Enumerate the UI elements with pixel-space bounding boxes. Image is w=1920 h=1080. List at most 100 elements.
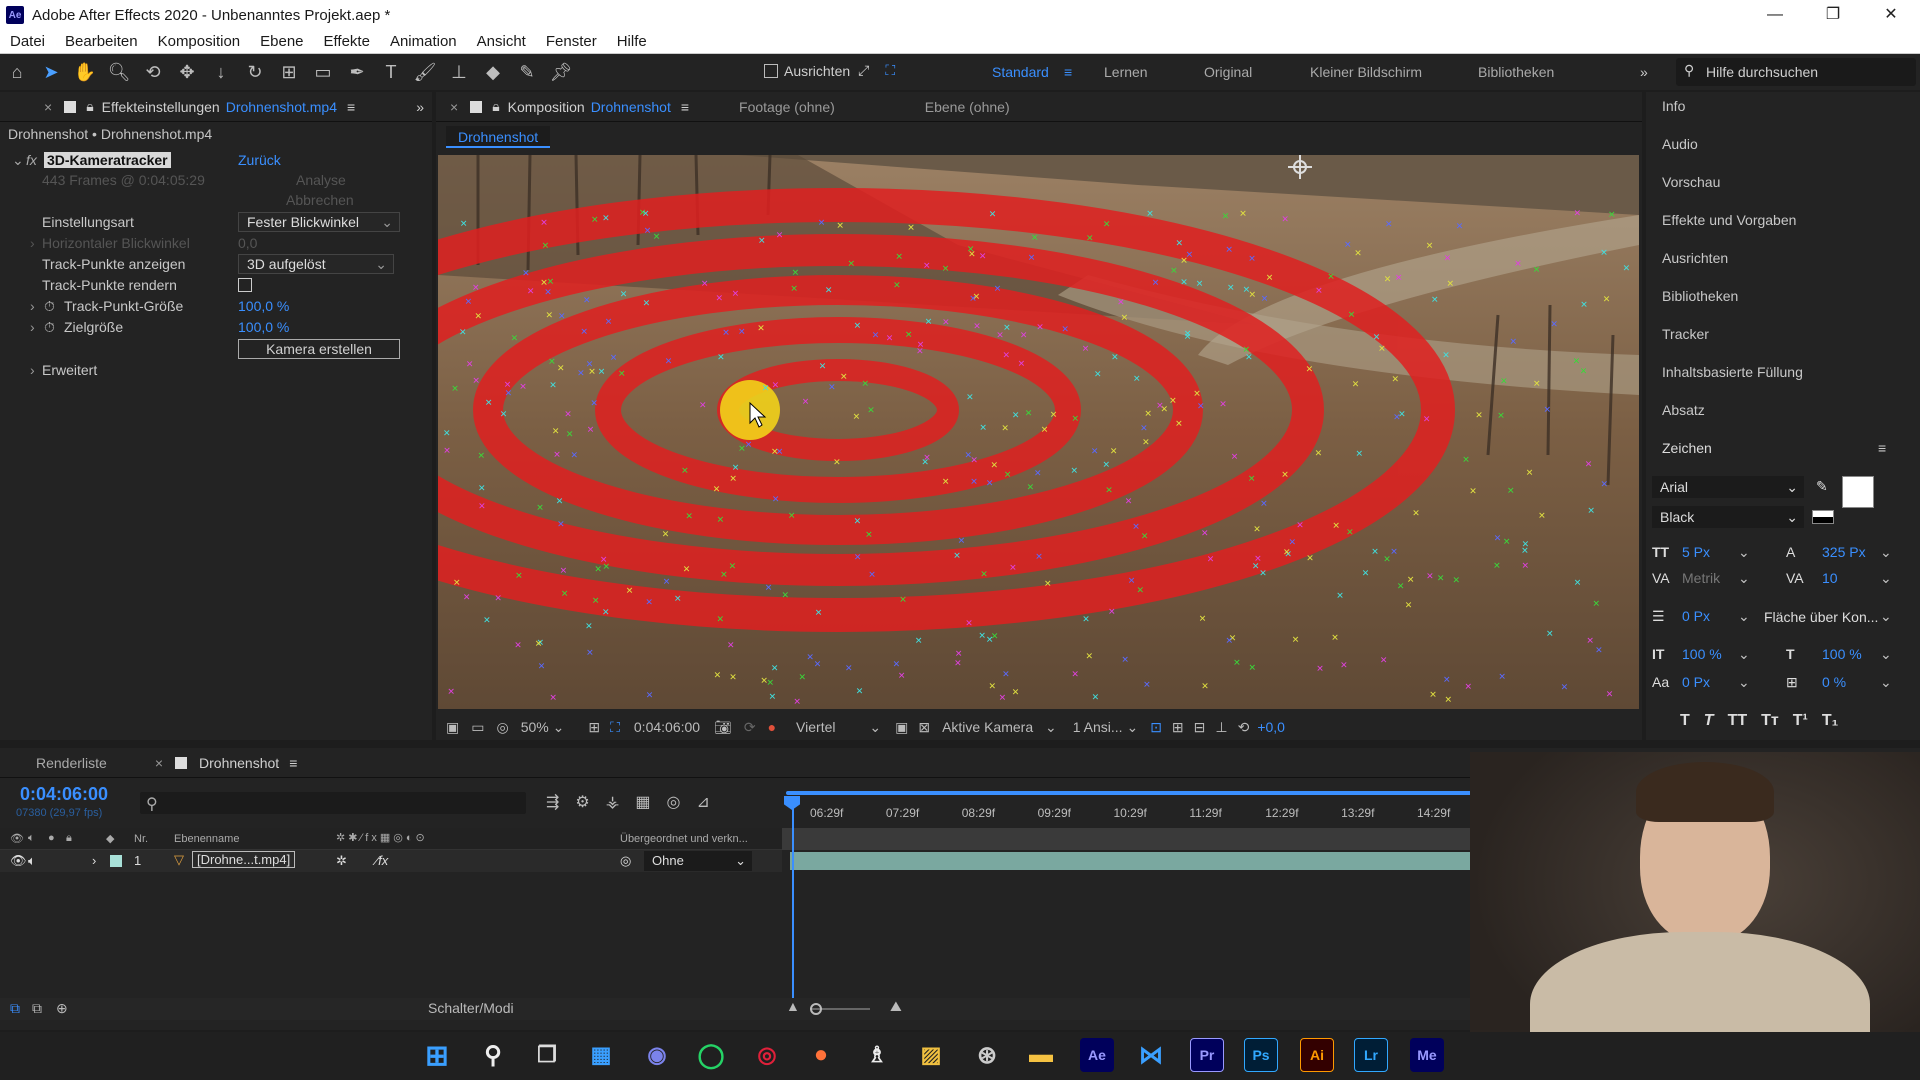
task-view-icon[interactable]: ❐	[530, 1038, 564, 1072]
frame-blending-icon[interactable]: ▦	[635, 792, 650, 812]
illustrator-icon[interactable]: Ai	[1300, 1038, 1334, 1072]
chevron-down-icon[interactable]: ⌄	[1880, 544, 1892, 561]
motion-blur-icon[interactable]: ◎	[666, 792, 680, 812]
toggle-stretch-icon[interactable]: ⊕	[56, 1000, 68, 1017]
leading-value[interactable]: 325 Px	[1822, 544, 1866, 560]
workspace-standard[interactable]: Standard	[992, 54, 1049, 90]
kerning-value[interactable]: Metrik	[1682, 570, 1720, 586]
close-tab-icon[interactable]: ×	[155, 755, 163, 771]
menu-komposition[interactable]: Komposition	[148, 33, 251, 50]
panel-effekte-vorgaben[interactable]: Effekte und Vorgaben	[1662, 212, 1796, 228]
chevron-down-icon[interactable]: ⌄	[1880, 646, 1892, 663]
safe-zones-icon[interactable]: ⛶	[610, 719, 620, 736]
fit-icon[interactable]: ⊞	[588, 719, 600, 736]
color-channel-icon[interactable]: ●	[768, 719, 776, 735]
zoom-slider-knob[interactable]	[810, 1003, 822, 1015]
menu-fenster[interactable]: Fenster	[536, 33, 607, 50]
panel-content-aware-fill[interactable]: Inhaltsbasierte Füllung	[1662, 364, 1803, 380]
zoom-out-icon[interactable]: ▲	[786, 998, 800, 1014]
text-tool-icon[interactable]: T	[374, 57, 408, 87]
workspace-lernen[interactable]: Lernen	[1104, 54, 1148, 90]
resolution-dropdown[interactable]: Viertel ⌄	[796, 719, 881, 736]
chevron-down-icon[interactable]: ⌄	[1738, 544, 1750, 561]
chevron-down-icon[interactable]: ⌄	[1738, 674, 1750, 691]
media-encoder-icon[interactable]: Me	[1410, 1038, 1444, 1072]
layer-label-color[interactable]	[110, 855, 122, 867]
workspace-menu-icon[interactable]: ≡	[1064, 54, 1072, 90]
panel-tracker[interactable]: Tracker	[1662, 326, 1709, 342]
fast-preview-icon[interactable]: ⊞	[1172, 719, 1184, 736]
workspace-bibliotheken[interactable]: Bibliotheken	[1478, 54, 1554, 90]
layer-name[interactable]: [Drohne...t.mp4]	[192, 851, 296, 868]
baseline-shift-value[interactable]: 0 Px	[1682, 674, 1710, 690]
layer-switches-icons[interactable]: ✲✱⁄fx▦◎◐⊙	[336, 831, 428, 844]
zoom-in-icon[interactable]: ⛰	[890, 998, 902, 1015]
orbit-tool-icon[interactable]: ⟲	[136, 57, 170, 87]
align-toggle[interactable]: Ausrichten ⤢ ⛶	[764, 62, 895, 79]
chevron-down-icon[interactable]: ⌄	[1880, 570, 1892, 587]
layer-visibility-icon[interactable]: 👁︎	[10, 853, 27, 869]
region-icon[interactable]: ▣	[895, 719, 908, 736]
layer-audio-icon[interactable]: 🔈︎	[28, 853, 36, 869]
expand-panel-icon[interactable]: »	[416, 99, 424, 115]
expand-chevron-icon[interactable]: ›	[30, 298, 35, 314]
workspace-original[interactable]: Original	[1204, 54, 1252, 90]
close-tab-icon[interactable]: ×	[44, 99, 52, 115]
firefox-icon[interactable]: ●	[804, 1038, 838, 1072]
folder-icon[interactable]: ▬	[1024, 1038, 1058, 1072]
toggle-switches-icon[interactable]: ⧉	[10, 1000, 20, 1017]
snap-options-icon[interactable]: ⛶	[885, 62, 895, 79]
panel-menu-icon[interactable]: ≡	[1878, 440, 1886, 456]
teams-icon[interactable]: ◉	[640, 1038, 674, 1072]
expand-chevron-icon[interactable]: ›	[30, 362, 35, 378]
font-size-value[interactable]: 5 Px	[1682, 544, 1710, 560]
maximize-button[interactable]: ❐	[1804, 0, 1862, 30]
chevron-down-icon[interactable]: ⌄	[1880, 608, 1892, 625]
audio-switch-icon[interactable]: 🔈︎	[28, 832, 35, 845]
effect-controls-tab-file[interactable]: Drohnenshot.mp4	[226, 99, 337, 115]
align-checkbox[interactable]	[764, 63, 778, 78]
stamp-tool-icon[interactable]: ⊥	[442, 57, 476, 87]
panel-menu-icon[interactable]: ≡	[681, 99, 689, 115]
widgets-icon[interactable]: ▦	[584, 1038, 618, 1072]
flowchart-icon[interactable]: ⊥	[1215, 719, 1227, 736]
menu-ansicht[interactable]: Ansicht	[467, 33, 536, 50]
rectangle-tool-icon[interactable]: ▭	[306, 57, 340, 87]
close-button[interactable]: ✕	[1862, 0, 1920, 30]
chevron-down-icon[interactable]: ⌄	[1738, 646, 1750, 663]
target-size-value[interactable]: 100,0 %	[238, 319, 289, 335]
effect-controls-tab-label[interactable]: Effekteinstellungen	[102, 99, 220, 115]
expand-chevron-icon[interactable]: ›	[30, 235, 35, 251]
dolly-tool-icon[interactable]: ↓	[204, 57, 238, 87]
always-preview-icon[interactable]: ▣	[446, 719, 459, 736]
home-icon[interactable]: ⌂	[0, 57, 34, 87]
hand-tool-icon[interactable]: ✋	[68, 57, 102, 87]
effect-name[interactable]: 3D-Kameratracker	[44, 152, 171, 168]
panel-menu-icon[interactable]: ≡	[289, 755, 297, 771]
layer-collapse-icon[interactable]: ✲	[336, 853, 347, 869]
settings-type-dropdown[interactable]: Fester Blickwinkel ⌄	[238, 212, 400, 232]
menu-animation[interactable]: Animation	[380, 33, 467, 50]
eyedropper-icon[interactable]: ✎	[1816, 478, 1828, 495]
after-effects-taskbar-icon[interactable]: Ae	[1080, 1038, 1114, 1072]
panel-absatz[interactable]: Absatz	[1662, 402, 1705, 418]
layer-expand-chevron-icon[interactable]: ›	[92, 853, 96, 868]
camera-dropdown[interactable]: Aktive Kamera ⌄	[942, 719, 1057, 736]
more-workspaces-icon[interactable]: »	[1640, 54, 1648, 90]
render-points-checkbox[interactable]	[238, 278, 252, 292]
whatsapp-icon[interactable]: ◯	[694, 1038, 728, 1072]
layer-fx-icon[interactable]: ⁄fx	[376, 853, 388, 868]
views-dropdown[interactable]: 1 Ansi... ⌄	[1073, 719, 1138, 736]
abort-button[interactable]: Abbrechen	[286, 192, 354, 208]
tracking-value[interactable]: 10	[1822, 570, 1838, 586]
lock-icon[interactable]: 🔒︎	[492, 98, 499, 115]
photos-icon[interactable]: ▨	[914, 1038, 948, 1072]
snap-icon[interactable]: ⤢	[858, 62, 869, 79]
toggle-pixel-icon[interactable]: ⊡	[1150, 719, 1162, 736]
layer-search-input[interactable]: ⚲	[140, 792, 526, 814]
font-family-dropdown[interactable]: Arial ⌄	[1652, 476, 1804, 498]
help-search-input[interactable]: ⚲ Hilfe durchsuchen	[1676, 58, 1916, 86]
show-points-dropdown[interactable]: 3D aufgelöst ⌄	[238, 254, 394, 274]
video-switch-icon[interactable]: 👁︎	[10, 832, 24, 845]
horizontal-scale-value[interactable]: 100 %	[1822, 646, 1862, 662]
